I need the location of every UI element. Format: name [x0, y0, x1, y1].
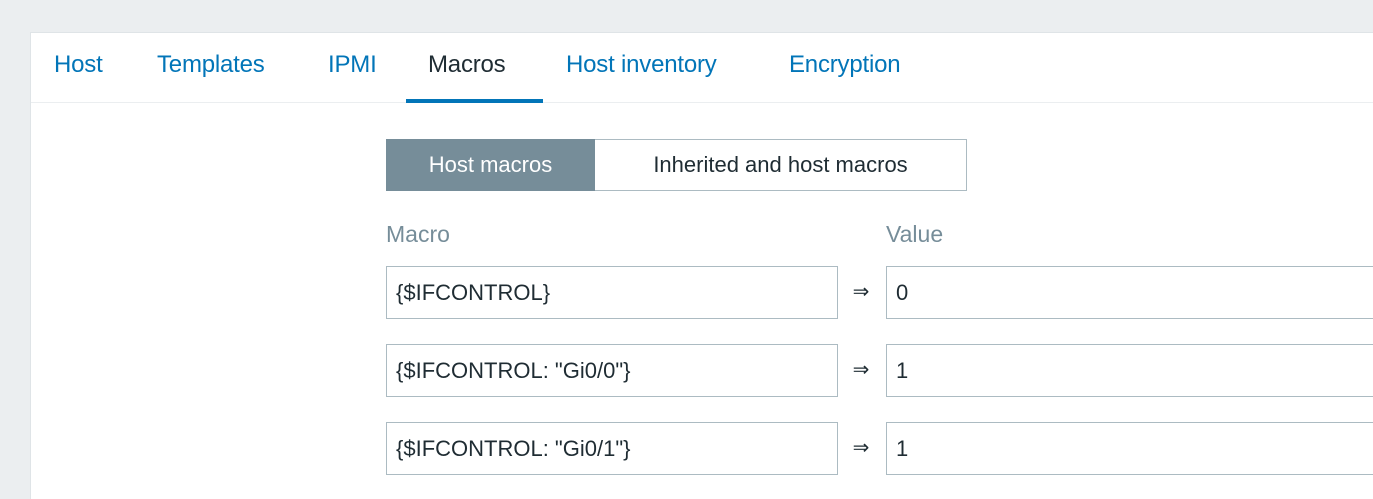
tab-encryption[interactable]: Encryption: [789, 51, 901, 79]
macro-name-input[interactable]: [386, 266, 838, 319]
macro-value-input[interactable]: [886, 266, 1373, 319]
tab-host-inventory[interactable]: Host inventory: [566, 51, 717, 79]
macro-name-input[interactable]: [386, 344, 838, 397]
active-tab-indicator: [406, 99, 543, 103]
tab-ipmi[interactable]: IPMI: [328, 51, 377, 79]
tab-bar: Host Templates IPMI Macros Host inventor…: [31, 33, 1373, 103]
maps-to-arrow: ⇒: [852, 437, 870, 459]
macro-name-input[interactable]: [386, 422, 838, 475]
macro-value-input[interactable]: [886, 422, 1373, 475]
tab-macros[interactable]: Macros: [428, 51, 506, 79]
macros-form-panel: Host Templates IPMI Macros Host inventor…: [30, 32, 1373, 499]
macro-column-header: Macro: [386, 221, 450, 247]
macro-value-input[interactable]: [886, 344, 1373, 397]
tab-host[interactable]: Host: [54, 51, 103, 79]
inherited-and-host-macros-toggle[interactable]: Inherited and host macros: [595, 139, 967, 191]
maps-to-arrow: ⇒: [852, 359, 870, 381]
maps-to-arrow: ⇒: [852, 281, 870, 303]
tab-templates[interactable]: Templates: [157, 51, 265, 79]
host-macros-toggle[interactable]: Host macros: [386, 139, 595, 191]
value-column-header: Value: [886, 221, 944, 247]
